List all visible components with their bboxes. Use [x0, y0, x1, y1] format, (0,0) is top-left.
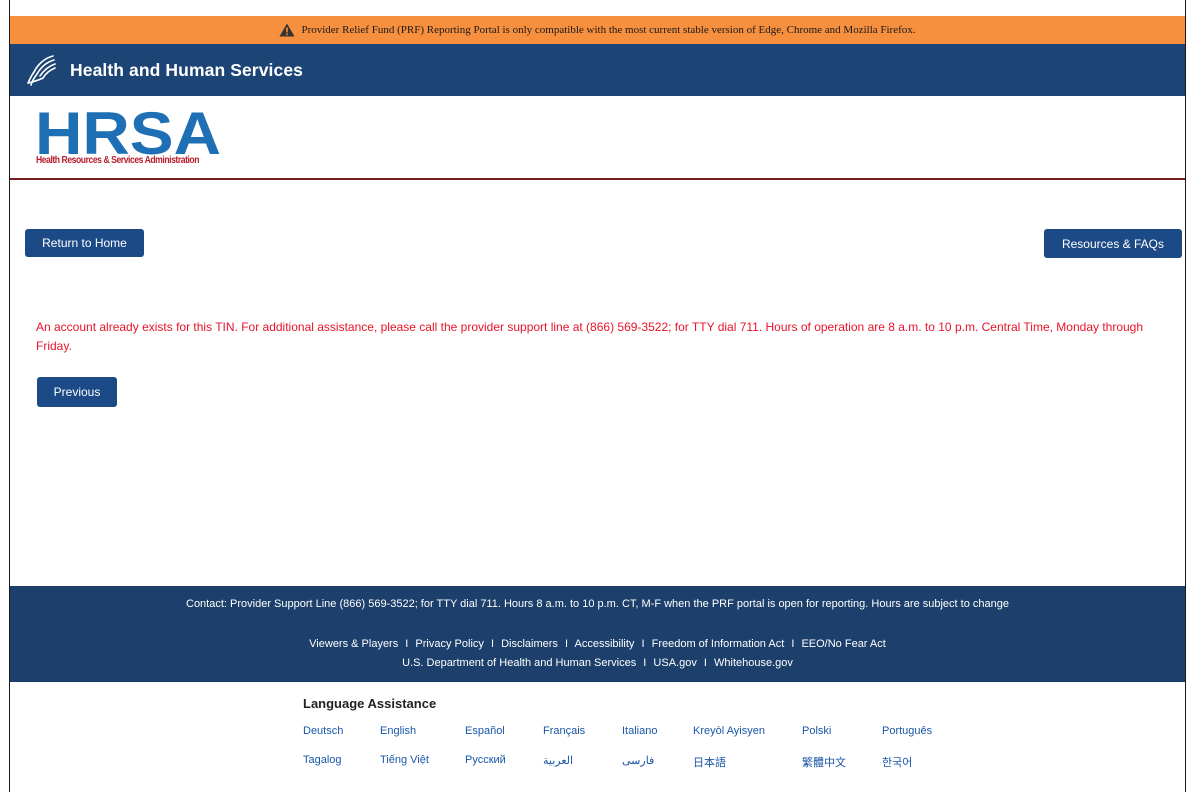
agency-header: HRSA Health Resources & Services Adminis…	[10, 96, 1185, 180]
language-row: Tagalog Tiếng Việt Русский العربية فارسی…	[303, 754, 952, 783]
language-link[interactable]: Kreyòl Ayisyen	[693, 725, 802, 754]
footer-separator: I	[641, 638, 645, 650]
language-link[interactable]: Tiếng Việt	[380, 754, 465, 783]
language-link[interactable]: 繁體中文	[802, 754, 882, 783]
language-link[interactable]: Русский	[465, 754, 543, 783]
previous-button[interactable]: Previous	[37, 377, 117, 407]
footer-separator: I	[405, 638, 409, 650]
language-link[interactable]: Polski	[802, 725, 882, 754]
language-link[interactable]: 日本語	[693, 754, 802, 783]
hhs-eagle-icon[interactable]	[23, 52, 59, 88]
language-links: Deutsch English Español Français Italian…	[303, 725, 952, 783]
language-row: Deutsch English Español Français Italian…	[303, 725, 952, 754]
hrsa-subtitle: Health Resources & Services Administrati…	[36, 154, 200, 166]
page-frame: Provider Relief Fund (PRF) Reporting Por…	[9, 0, 1186, 792]
language-link[interactable]: Deutsch	[303, 725, 380, 754]
footer-separator: I	[643, 657, 647, 669]
hrsa-logo[interactable]: HRSA	[35, 106, 225, 156]
language-link[interactable]: 한국어	[882, 754, 952, 783]
footer-separator: I	[703, 657, 707, 669]
footer-links-row1: Viewers & Players I Privacy Policy I Dis…	[10, 638, 1185, 650]
warning-text: Provider Relief Fund (PRF) Reporting Por…	[301, 24, 916, 36]
footer-link-foia[interactable]: Freedom of Information Act	[652, 638, 785, 650]
footer-link-privacy[interactable]: Privacy Policy	[415, 638, 483, 650]
footer-separator: I	[791, 638, 795, 650]
footer-link-usagov[interactable]: USA.gov	[653, 657, 696, 669]
compatibility-warning-banner: Provider Relief Fund (PRF) Reporting Por…	[10, 16, 1185, 44]
language-link[interactable]: Italiano	[622, 725, 693, 754]
footer-link-whitehouse[interactable]: Whitehouse.gov	[714, 657, 793, 669]
hrsa-logo-text: HRSA	[35, 106, 221, 156]
resources-faqs-button[interactable]: Resources & FAQs	[1044, 229, 1182, 258]
warning-triangle-icon	[279, 23, 295, 37]
footer-link-accessibility[interactable]: Accessibility	[575, 638, 635, 650]
footer-link-disclaimers[interactable]: Disclaimers	[501, 638, 558, 650]
language-link[interactable]: Español	[465, 725, 543, 754]
footer: Contact: Provider Support Line (866) 569…	[10, 586, 1185, 682]
language-link[interactable]: العربية	[543, 754, 622, 783]
footer-separator: I	[564, 638, 569, 650]
hhs-header: Health and Human Services	[10, 44, 1185, 96]
return-home-button[interactable]: Return to Home	[25, 229, 144, 257]
error-message: An account already exists for this TIN. …	[36, 320, 1144, 353]
language-assistance-title: Language Assistance	[303, 696, 437, 711]
language-link[interactable]: English	[380, 725, 465, 754]
footer-links-row2: U.S. Department of Health and Human Serv…	[10, 657, 1185, 669]
language-link[interactable]: Français	[543, 725, 622, 754]
language-link[interactable]: Tagalog	[303, 754, 380, 783]
footer-link-viewers[interactable]: Viewers & Players	[309, 638, 398, 650]
footer-link-hhs[interactable]: U.S. Department of Health and Human Serv…	[402, 657, 636, 669]
hhs-title[interactable]: Health and Human Services	[70, 60, 303, 81]
footer-separator: I	[490, 638, 495, 650]
footer-contact: Contact: Provider Support Line (866) 569…	[186, 598, 1009, 610]
footer-link-eeo[interactable]: EEO/No Fear Act	[801, 638, 885, 650]
language-link[interactable]: Português	[882, 725, 952, 754]
language-link[interactable]: فارسی	[622, 754, 693, 783]
